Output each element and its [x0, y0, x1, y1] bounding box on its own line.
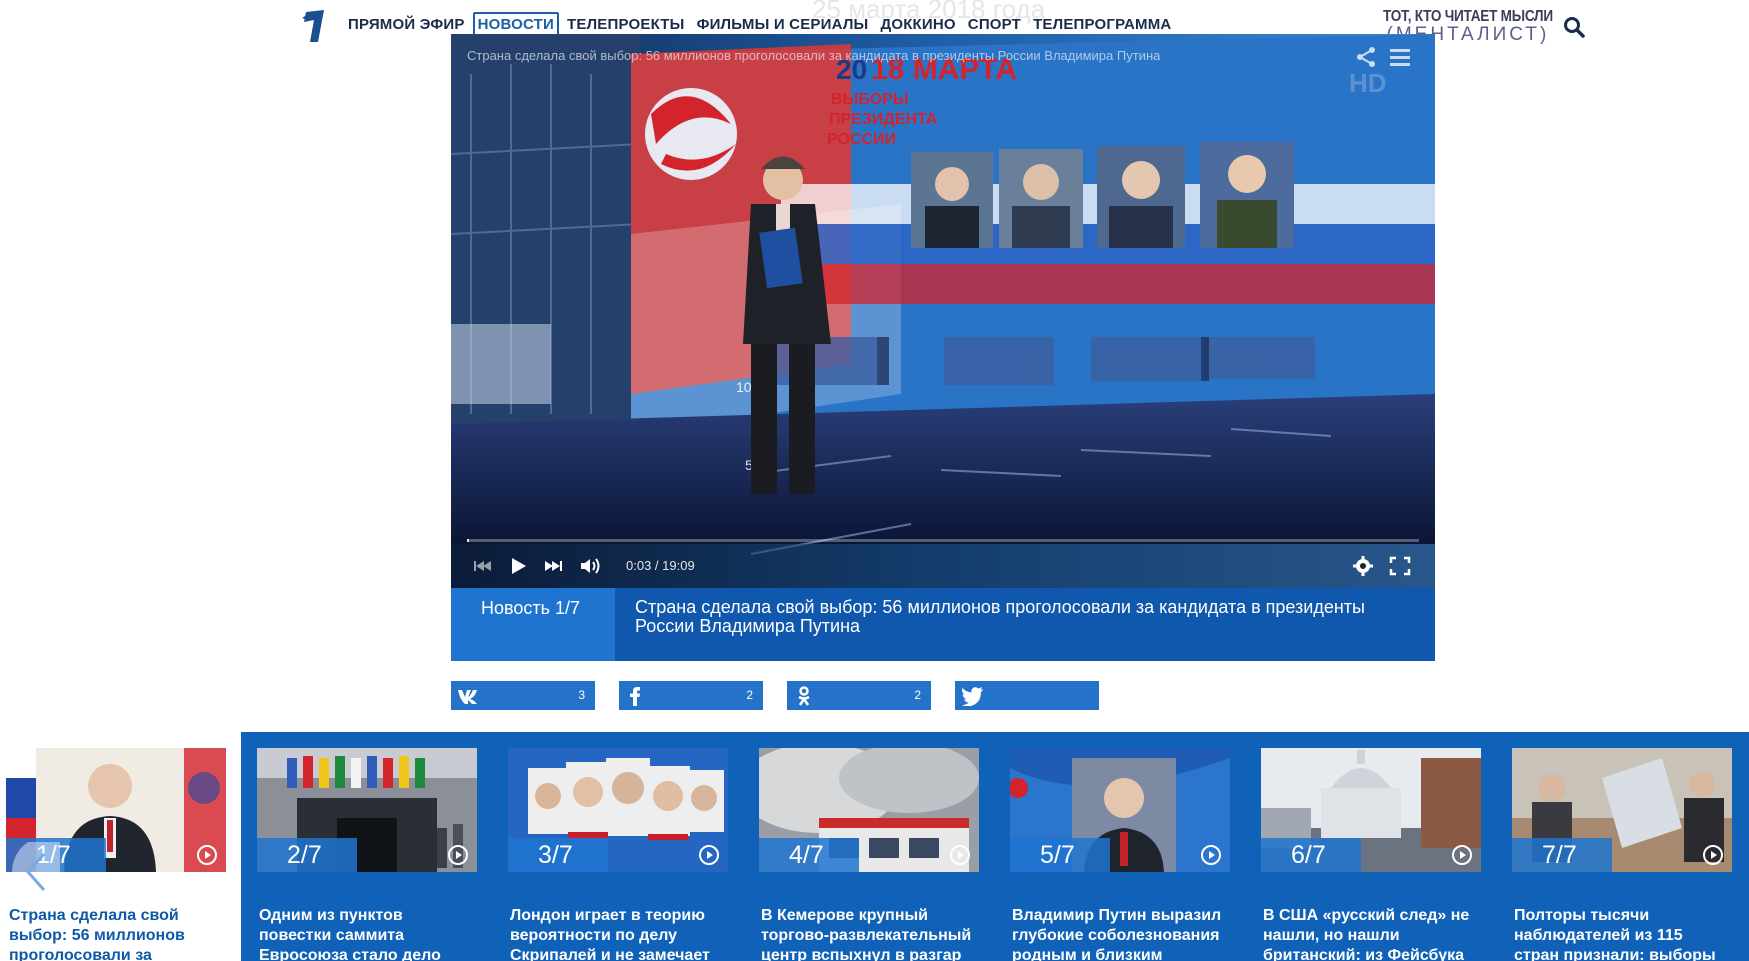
video-player[interactable]: 20 18 МАРТА ВЫБОРЫ ПРЕЗИДЕНТА РОССИИ HD — [451, 34, 1435, 588]
share-icon — [1357, 47, 1375, 67]
share-odnoklassniki-count: 2 — [914, 688, 921, 702]
play-circle-icon — [1452, 845, 1472, 865]
play-circle-icon — [1201, 845, 1221, 865]
fullscreen-icon[interactable] — [1389, 556, 1411, 576]
card-thumbnail: 5/7 — [1010, 748, 1230, 872]
card-badge: 3/7 — [508, 838, 608, 872]
svg-text:РОССИИ: РОССИИ — [827, 131, 896, 148]
card-badge: 5/7 — [1010, 838, 1110, 872]
channel-one-logo[interactable] — [298, 8, 326, 44]
odnoklassniki-icon — [798, 686, 810, 706]
volume-icon[interactable] — [579, 556, 601, 576]
share-facebook-count: 2 — [746, 688, 753, 702]
share-row: 3 2 2 — [451, 681, 1099, 710]
news-counter: Новость 1/7 — [451, 588, 615, 661]
share-vk-count: 3 — [578, 688, 585, 702]
play-circle-icon — [950, 845, 970, 865]
card-title: Страна сделала свой выбор: 56 миллионов … — [9, 907, 185, 961]
settings-gear-icon[interactable] — [1352, 556, 1374, 576]
carousel-prev-arrow-icon[interactable] — [8, 842, 60, 902]
card-title: В США «русский след» не нашли, но нашли … — [1263, 907, 1470, 961]
carousel-card[interactable]: 5/7 Владимир Путин выразил глубокие собо… — [1010, 748, 1230, 961]
card-badge: 6/7 — [1261, 838, 1361, 872]
nav-item-live[interactable]: ПРЯМОЙ ЭФИР — [344, 12, 469, 37]
play-circle-icon — [1703, 845, 1723, 865]
carousel-card[interactable]: 3/7 Лондон играет в теорию вероятности п… — [508, 748, 728, 961]
progress-fill — [467, 539, 470, 542]
carousel-card[interactable]: 7/7 Полторы тысячи наблюдателей из 115 с… — [1512, 748, 1732, 961]
card-title: В Кемерове крупный торгово-развлекательн… — [761, 907, 972, 961]
carousel-card[interactable]: 2/7 Одним из пунктов повестки саммита Ев… — [257, 748, 477, 961]
video-frame: 20 18 МАРТА ВЫБОРЫ ПРЕЗИДЕНТА РОССИИ HD — [451, 34, 1435, 588]
carousel-card[interactable]: 4/7 В Кемерове крупный торгово-развлекат… — [759, 748, 979, 961]
search-icon[interactable] — [1563, 16, 1585, 38]
news-headline: Страна сделала свой выбор: 56 миллионов … — [635, 597, 1365, 636]
card-badge: 2/7 — [257, 838, 357, 872]
card-thumbnail: 4/7 — [759, 748, 979, 872]
vk-icon — [458, 690, 477, 704]
share-facebook-button[interactable]: 2 — [619, 681, 763, 710]
play-circle-icon — [197, 845, 217, 865]
time-display: 0:03 / 19:09 — [626, 558, 695, 573]
player-controls: 0:03 / 19:09 — [451, 539, 1435, 588]
svg-text:ВЫБОРЫ: ВЫБОРЫ — [831, 91, 909, 108]
svg-text:ПРЕЗИДЕНТА: ПРЕЗИДЕНТА — [829, 111, 938, 128]
card-thumbnail: 6/7 — [1261, 748, 1481, 872]
play-circle-icon — [699, 845, 719, 865]
card-badge: 4/7 — [759, 838, 859, 872]
share-vk-button[interactable]: 3 — [451, 681, 595, 710]
card-badge: 7/7 — [1512, 838, 1612, 872]
card-title: Лондон играет в теорию вероятности по де… — [510, 907, 710, 961]
card-thumbnail: 3/7 — [508, 748, 728, 872]
share-list-icons[interactable] — [1354, 46, 1414, 68]
progress-bar[interactable] — [467, 539, 1419, 542]
hd-badge: HD — [1349, 68, 1387, 98]
facebook-icon — [630, 687, 640, 706]
card-thumbnail: 2/7 — [257, 748, 477, 872]
card-thumbnail: 7/7 — [1512, 748, 1732, 872]
previous-icon[interactable] — [471, 556, 493, 576]
card-title: Полторы тысячи наблюдателей из 115 стран… — [1514, 907, 1716, 961]
card-title: Владимир Путин выразил глубокие соболезн… — [1012, 907, 1222, 961]
next-icon[interactable] — [543, 556, 565, 576]
twitter-icon — [962, 687, 983, 706]
share-twitter-button[interactable] — [955, 681, 1099, 710]
news-caption-bar: Новость 1/7 Страна сделала свой выбор: 5… — [451, 588, 1435, 661]
news-carousel: 1/7 Страна сделала свой выбор: 56 миллио… — [0, 732, 1749, 961]
share-odnoklassniki-button[interactable]: 2 — [787, 681, 931, 710]
promo-title: ТОТ, КТО ЧИТАЕТ МЫСЛИ — [1382, 8, 1553, 25]
card-title: Одним из пунктов повестки саммита Евросо… — [259, 907, 441, 961]
carousel-card[interactable]: 6/7 В США «русский след» не нашли, но на… — [1261, 748, 1481, 961]
playlist-icon — [1390, 49, 1410, 66]
video-title: Страна сделала свой выбор: 56 миллионов … — [467, 48, 1161, 63]
play-circle-icon — [448, 845, 468, 865]
play-icon[interactable] — [507, 556, 529, 576]
